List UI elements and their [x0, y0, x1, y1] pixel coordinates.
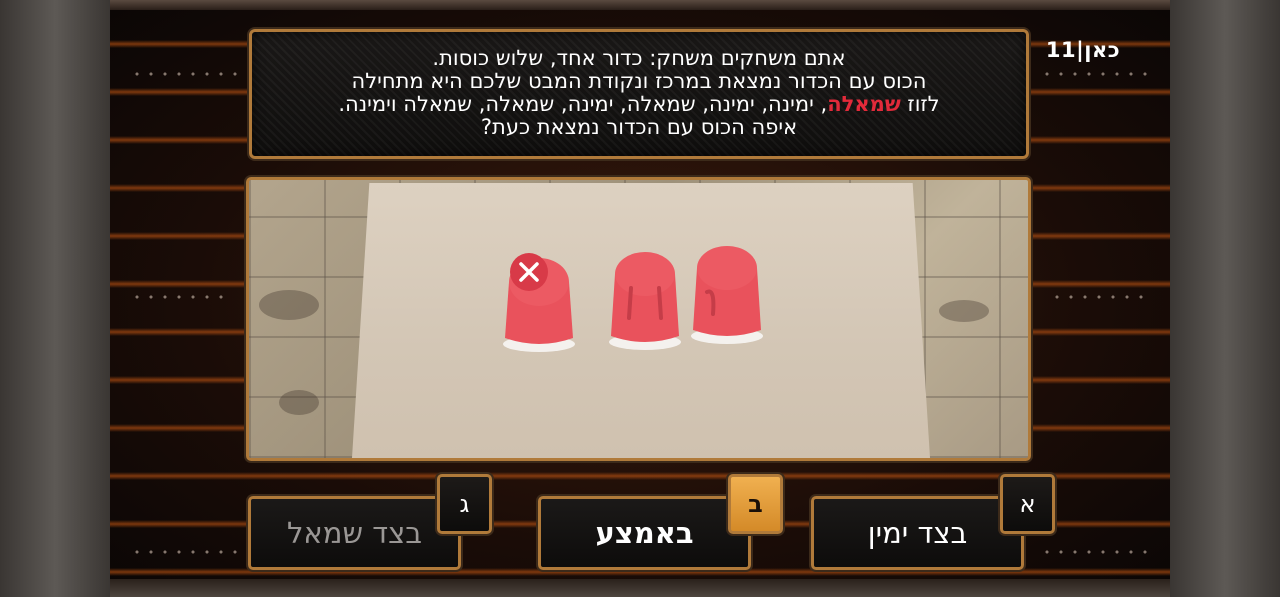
- decor-dots: [1040, 72, 1150, 76]
- question-line-3-rest: , ימינה, ימינה, שמאלה, ימינה, שמאלה, שמא…: [338, 92, 828, 116]
- answer-letter-b[interactable]: ב: [728, 474, 783, 534]
- answer-middle[interactable]: באמצע: [538, 496, 751, 570]
- ground-stain: [279, 390, 319, 415]
- answer-letter-g[interactable]: ג: [437, 474, 492, 534]
- question-panel: אתם משחקים משחק: כדור אחד, שלוש כוסות. ה…: [249, 29, 1029, 159]
- question-line-4: איפה הכוס עם הכדור נמצאת כעת?: [480, 115, 798, 139]
- question-line-3: לזוז שמאלה, ימינה, ימינה, שמאלה, ימינה, …: [252, 93, 1026, 116]
- question-line-1: אתם משחקים משחק: כדור אחד, שלוש כוסות.: [432, 46, 846, 70]
- ground-stain: [259, 290, 319, 320]
- answer-label: בצד ימין: [867, 516, 968, 550]
- right-side-bar: [1170, 0, 1280, 597]
- decor-dots: [130, 295, 230, 299]
- cup-middle: [609, 252, 681, 350]
- decor-dots: [1040, 550, 1150, 554]
- direction-highlight: שמאלה: [827, 92, 901, 116]
- decor-dots: [130, 550, 240, 554]
- answer-label: בצד שמאל: [286, 516, 423, 550]
- decor-dots: [1050, 295, 1150, 299]
- answer-label: באמצע: [595, 516, 694, 550]
- answer-right-side[interactable]: בצד ימין: [811, 496, 1024, 570]
- cup-right: [691, 246, 763, 344]
- question-line-2: הכוס עם הכדור נמצאת במרכז ונקודת המבט של…: [351, 69, 927, 93]
- question-line-3-prefix: לזוז: [900, 92, 940, 116]
- answer-left-side[interactable]: בצד שמאל: [248, 496, 461, 570]
- cups-scene-image: [246, 177, 1031, 461]
- cup-left: [503, 253, 575, 352]
- ground-stain: [939, 300, 989, 322]
- left-side-bar: [0, 0, 110, 597]
- answer-letter-a[interactable]: א: [1000, 474, 1055, 534]
- channel-logo: כאן|11: [1045, 38, 1121, 62]
- x-icon: [510, 253, 548, 291]
- decor-dots: [130, 72, 240, 76]
